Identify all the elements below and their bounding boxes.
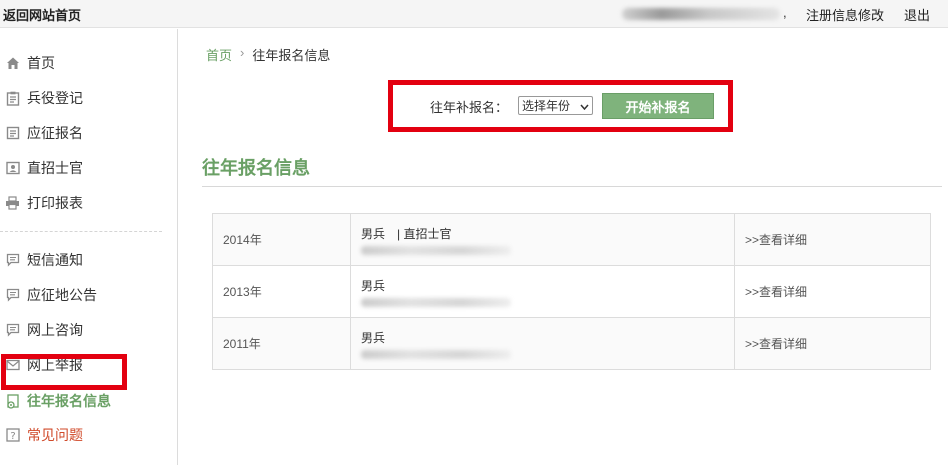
start-redo-button[interactable]: 开始补报名 [602, 93, 714, 119]
sidebar-item-enlist-signup[interactable]: 应征报名 [0, 118, 176, 148]
chat-icon [5, 323, 20, 338]
table-row: 2013年 男兵 >>查看详细 [212, 265, 931, 318]
sidebar-item-label: 直招士官 [27, 160, 83, 176]
sidebar-item-announcement[interactable]: 应征地公告 [0, 280, 176, 310]
view-detail-link[interactable]: >>查看详细 [734, 265, 931, 318]
record-detail-blurred [361, 245, 511, 255]
printer-icon [5, 196, 20, 211]
top-bar: 返回网站首页 , 注册信息修改 退出 [0, 0, 948, 28]
chevron-right-icon: › [240, 45, 245, 60]
table-row: 2014年 男兵 | 直招士官 >>查看详细 [212, 213, 931, 266]
breadcrumb: 首页 › 往年报名信息 [206, 45, 330, 64]
record-type: 男兵 [361, 278, 386, 293]
record-detail-blurred [361, 349, 511, 359]
sidebar-item-label: 应征报名 [27, 125, 83, 141]
view-detail-link[interactable]: >>查看详细 [734, 317, 931, 370]
edit-registration-link[interactable]: 注册信息修改 [806, 5, 884, 24]
sidebar-item-label: 往年报名信息 [27, 393, 111, 409]
sidebar-item-label: 应征地公告 [27, 287, 97, 303]
record-info: 男兵 [350, 265, 735, 318]
form-icon [5, 126, 20, 141]
sidebar-item-faq[interactable]: ? 常见问题 [0, 420, 176, 450]
svg-text:?: ? [10, 431, 15, 442]
view-detail-link[interactable]: >>查看详细 [734, 213, 931, 266]
announcement-icon [5, 288, 20, 303]
sidebar-item-label: 常见问题 [27, 427, 83, 443]
page-title: 往年报名信息 [202, 158, 310, 178]
sidebar-item-label: 首页 [27, 55, 55, 71]
sidebar-item-consult[interactable]: 网上咨询 [0, 315, 176, 345]
home-icon [5, 56, 20, 71]
clipboard-icon [5, 91, 20, 106]
history-doc-icon [5, 393, 20, 409]
year-select[interactable]: 选择年份 [518, 96, 593, 115]
year-select-value: 选择年份 [522, 99, 571, 113]
sidebar-item-registration[interactable]: 兵役登记 [0, 83, 176, 113]
sidebar-item-print[interactable]: 打印报表 [0, 188, 176, 218]
table-row: 2011年 男兵 >>查看详细 [212, 317, 931, 370]
logout-link[interactable]: 退出 [904, 5, 930, 24]
record-year: 2014年 [212, 213, 351, 266]
message-icon [5, 253, 20, 268]
highlight-box-sidebar [1, 354, 127, 390]
record-year: 2011年 [212, 317, 351, 370]
sidebar-item-label: 打印报表 [27, 195, 83, 211]
id-card-icon [5, 161, 20, 176]
record-info: 男兵 | 直招士官 [350, 213, 735, 266]
record-type: 男兵 [361, 330, 386, 345]
separator-comma: , [783, 5, 787, 20]
record-type: 男兵 | 直招士官 [361, 226, 452, 241]
sidebar-divider [0, 231, 162, 232]
record-info: 男兵 [350, 317, 735, 370]
sidebar-item-sms[interactable]: 短信通知 [0, 245, 176, 275]
record-detail-blurred [361, 297, 511, 307]
user-name-blurred [622, 8, 780, 20]
breadcrumb-home[interactable]: 首页 [206, 45, 232, 64]
records-table: 2014年 男兵 | 直招士官 >>查看详细 2013年 男兵 >>查看详细 2… [212, 213, 931, 370]
breadcrumb-current: 往年报名信息 [252, 48, 331, 63]
sidebar: 首页 兵役登记 应征报名 直招士官 打印报表 短信通知 应征地公告 网上咨询 网… [0, 29, 178, 465]
sidebar-item-label: 短信通知 [27, 252, 83, 268]
sidebar-item-direct-nco[interactable]: 直招士官 [0, 153, 176, 183]
sidebar-item-label: 网上咨询 [27, 322, 83, 338]
title-divider [202, 186, 942, 187]
redo-label: 往年补报名： [430, 100, 509, 115]
chevron-down-icon [580, 99, 589, 113]
record-year: 2013年 [212, 265, 351, 318]
back-to-site-link[interactable]: 返回网站首页 [3, 5, 81, 24]
sidebar-item-past-records[interactable]: 往年报名信息 [0, 386, 176, 416]
question-icon: ? [5, 428, 20, 443]
sidebar-item-label: 兵役登记 [27, 90, 83, 106]
sidebar-item-home[interactable]: 首页 [0, 48, 176, 78]
